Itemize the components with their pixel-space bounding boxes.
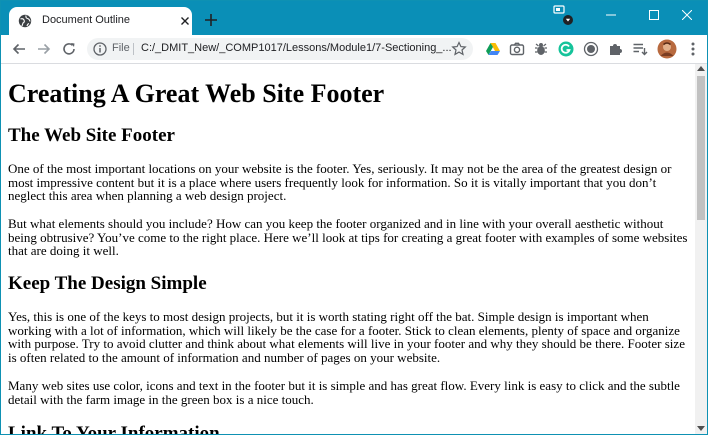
section-heading-web-site-footer: The Web Site Footer	[8, 125, 175, 146]
close-icon[interactable]	[179, 15, 191, 27]
browser-window: Document Outline File C:/_DMIT_New/_COMP…	[0, 0, 708, 435]
minimize-button[interactable]	[591, 1, 631, 29]
address-bar[interactable]: File C:/_DMIT_New/_COMP1017/Lessons/Modu…	[87, 38, 473, 60]
paragraph: Many web sites use color, icons and text…	[8, 378, 680, 407]
avatar[interactable]	[657, 39, 677, 59]
circle-icon[interactable]	[583, 41, 599, 57]
divider	[133, 43, 134, 55]
tab-document-outline[interactable]: Document Outline	[9, 7, 192, 35]
globe-icon	[18, 14, 32, 28]
tab-title: Document Outline	[42, 14, 131, 26]
scroll-down-arrow[interactable]	[697, 426, 705, 431]
scroll-up-arrow[interactable]	[697, 66, 705, 71]
tab-search-button[interactable]	[542, 1, 582, 29]
toolbar: File C:/_DMIT_New/_COMP1017/Lessons/Modu…	[1, 35, 707, 64]
arrow-left-icon[interactable]	[11, 41, 27, 57]
page-title: Creating A Great Web Site Footer	[8, 79, 385, 108]
plus-icon[interactable]	[204, 13, 218, 27]
arrow-right-icon[interactable]	[36, 41, 52, 57]
tab-search-icon	[553, 5, 573, 25]
more-vert-icon[interactable]	[685, 41, 701, 57]
grammarly-icon[interactable]	[558, 41, 574, 57]
minimize-icon	[606, 14, 616, 16]
paragraph: But what elements should you include? Ho…	[8, 216, 688, 258]
maximize-icon	[649, 10, 659, 20]
scheme-label: File	[112, 42, 130, 54]
paragraph: Yes, this is one of the keys to most des…	[8, 309, 685, 365]
reading-list-icon[interactable]	[632, 41, 648, 57]
camera-icon[interactable]	[509, 41, 525, 57]
star-icon[interactable]	[451, 41, 467, 57]
close-icon	[682, 10, 692, 20]
vertical-scrollbar[interactable]	[695, 64, 707, 434]
bug-icon[interactable]	[533, 41, 549, 57]
info-icon[interactable]	[93, 42, 107, 56]
paragraph: One of the most important locations on y…	[8, 161, 672, 203]
reload-icon[interactable]	[61, 41, 77, 57]
page-viewport[interactable]: Creating A Great Web Site Footer The Web…	[1, 64, 695, 434]
section-heading-keep-design-simple: Keep The Design Simple	[8, 273, 207, 294]
google-drive-icon[interactable]	[485, 41, 501, 57]
tab-strip: Document Outline	[1, 1, 707, 35]
close-window-button[interactable]	[667, 1, 707, 29]
section-heading-link-to-information: Link To Your Information	[8, 423, 220, 434]
puzzle-icon[interactable]	[608, 41, 624, 57]
url-text[interactable]: C:/_DMIT_New/_COMP1017/Lessons/Module1/7…	[141, 42, 452, 54]
scrollbar-thumb[interactable]	[697, 76, 705, 220]
